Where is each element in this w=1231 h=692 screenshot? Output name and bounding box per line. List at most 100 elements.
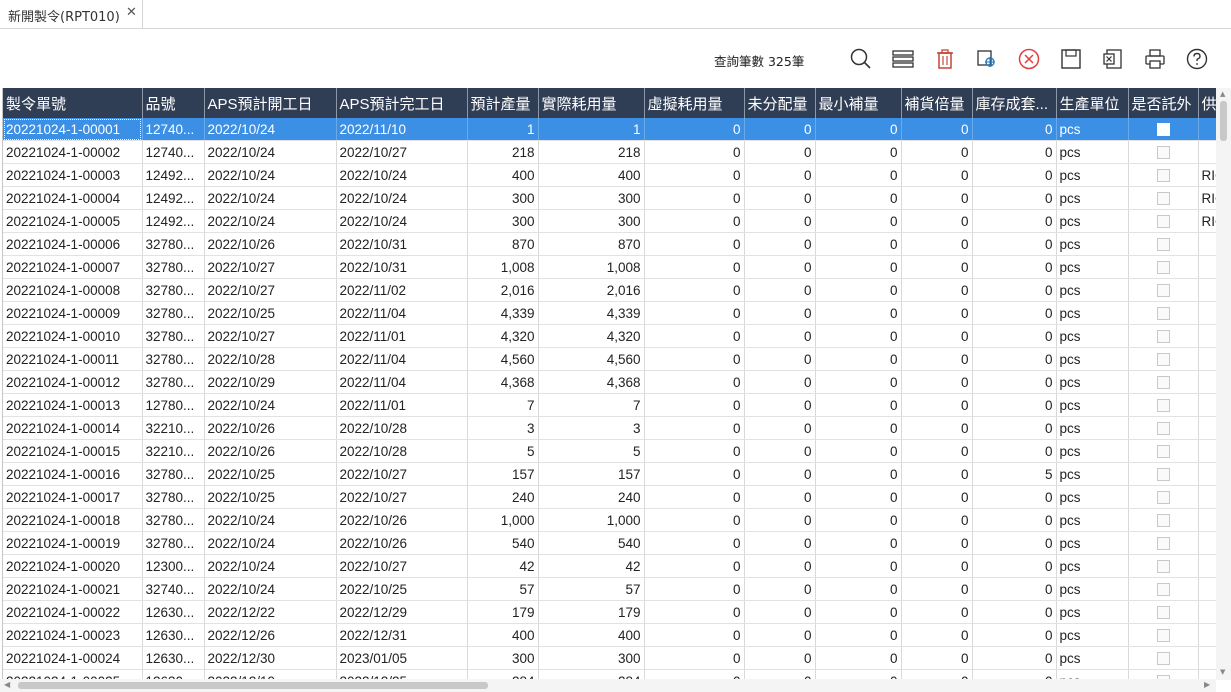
table-row[interactable]: 20221024-1-00003 12492... 2022/10/24 2022/1… [3, 163, 1217, 187]
outsourced-checkbox[interactable] [1156, 215, 1170, 229]
outsourced-checkbox[interactable] [1156, 422, 1170, 436]
table-row[interactable]: 20221024-1-00018 32780... 2022/10/24 2022/1… [3, 508, 1217, 532]
outsourced-checkbox[interactable] [1156, 468, 1170, 482]
scroll-down-icon[interactable]: ▼ [1220, 668, 1225, 676]
column-header[interactable]: 實際耗用量 [538, 88, 645, 118]
column-header[interactable]: 補貨倍量 [901, 88, 973, 118]
column-header[interactable]: APS預計開工日 [204, 88, 337, 118]
outsourced-checkbox[interactable] [1156, 353, 1170, 367]
outsourced-checkbox[interactable] [1156, 514, 1170, 528]
table-row[interactable]: 20221024-1-00010 32780... 2022/10/27 2022/1… [3, 324, 1217, 348]
scroll-up-icon[interactable]: ▲ [1220, 90, 1225, 98]
outsourced-checkbox[interactable] [1156, 399, 1170, 413]
close-icon[interactable]: ✕ [126, 5, 137, 20]
column-header[interactable]: 虛擬耗用量 [644, 88, 745, 118]
horizontal-scrollbar[interactable]: ◀ ▶ [0, 679, 1216, 692]
scroll-right-icon[interactable]: ▶ [1204, 680, 1210, 689]
table-cell: 0 [644, 416, 745, 440]
outsourced-checkbox[interactable] [1156, 261, 1170, 275]
column-header[interactable]: 預計產量 [467, 88, 539, 118]
outsourced-checkbox[interactable] [1156, 376, 1170, 390]
delete-icon[interactable] [932, 46, 958, 72]
table-cell: 2022/11/01 [336, 324, 468, 348]
outsourced-checkbox[interactable] [1156, 583, 1170, 597]
table-row[interactable]: 20221024-1-00016 32780... 2022/10/25 2022/1… [3, 462, 1217, 486]
cancel-icon[interactable] [1016, 46, 1042, 72]
column-header[interactable]: 未分配量 [744, 88, 816, 118]
outsourced-checkbox[interactable] [1156, 606, 1170, 620]
table-cell: 0 [972, 232, 1057, 256]
vertical-scrollbar[interactable]: ▲ ▼ [1216, 88, 1231, 680]
print-icon[interactable] [1142, 46, 1168, 72]
column-header[interactable]: 最小補量 [815, 88, 902, 118]
table-row[interactable]: 20221024-1-00012 32780... 2022/10/29 2022/1… [3, 370, 1217, 394]
table-row[interactable]: 20221024-1-00009 32780... 2022/10/25 2022/1… [3, 301, 1217, 325]
column-header[interactable]: 庫存成套... [972, 88, 1057, 118]
outsourced-checkbox[interactable] [1156, 629, 1170, 643]
column-header[interactable]: APS預計完工日 [336, 88, 468, 118]
column-header[interactable]: 供 [1198, 88, 1217, 118]
outsourced-checkbox[interactable] [1156, 169, 1170, 183]
table-cell: pcs [1056, 577, 1129, 601]
table-cell: 2022/10/24 [204, 554, 337, 578]
table-row[interactable]: 20221024-1-00019 32780... 2022/10/24 2022/1… [3, 531, 1217, 555]
outsourced-checkbox[interactable] [1156, 307, 1170, 321]
outsourced-checkbox[interactable] [1156, 491, 1170, 505]
tab-rpt010[interactable]: 新開製令(RPT010) ✕ [0, 0, 143, 28]
table-cell: 20221024-1-00003 [3, 163, 143, 187]
outsourced-checkbox[interactable] [1156, 284, 1170, 298]
column-header[interactable]: 製令單號 [3, 88, 143, 118]
work-order-grid[interactable]: 製令單號 品號 APS預計開工日 APS預計完工日 預計產量 實際耗用量 虛擬耗用量 未分配量… [2, 88, 1217, 680]
table-row[interactable]: 20221024-1-00014 32210... 2022/10/26 2022/1… [3, 416, 1217, 440]
table-row[interactable]: 20221024-1-00008 32780... 2022/10/27 2022/1… [3, 278, 1217, 302]
table-row[interactable]: 20221024-1-00020 12300... 2022/10/24 2022/1… [3, 554, 1217, 578]
table-cell: 0 [972, 347, 1057, 371]
column-header[interactable]: 品號 [142, 88, 205, 118]
table-row[interactable]: 20221024-1-00015 32210... 2022/10/26 2022/1… [3, 439, 1217, 463]
table-row[interactable]: 20221024-1-00011 32780... 2022/10/28 2022/1… [3, 347, 1217, 371]
export-excel-icon[interactable] [1100, 46, 1126, 72]
table-row[interactable]: 20221024-1-00006 32780... 2022/10/26 2022/1… [3, 232, 1217, 256]
outsourced-checkbox[interactable] [1156, 652, 1170, 666]
vertical-scroll-thumb[interactable] [1220, 101, 1227, 141]
outsourced-checkbox[interactable] [1156, 330, 1170, 344]
table-row[interactable]: 20221024-1-00007 32780... 2022/10/27 2022/1… [3, 255, 1217, 279]
table-cell: 20221024-1-00008 [3, 278, 143, 302]
save-icon[interactable] [1058, 46, 1084, 72]
table-row[interactable]: 20221024-1-00013 12780... 2022/10/24 2022/1… [3, 393, 1217, 417]
scroll-left-icon[interactable]: ◀ [4, 680, 10, 689]
table-cell: 0 [815, 163, 902, 187]
search-icon[interactable] [848, 46, 874, 72]
outsourced-checkbox[interactable] [1156, 238, 1170, 252]
table-cell: 4,368 [538, 370, 645, 394]
table-row[interactable]: 20221024-1-00002 12740... 2022/10/24 2022/1… [3, 140, 1217, 164]
table-cell: 0 [972, 209, 1057, 233]
outsourced-checkbox[interactable] [1156, 123, 1170, 137]
table-row[interactable]: 20221024-1-00001 12740... 2022/10/24 2022/1… [3, 118, 1217, 141]
table-cell: 2022/10/27 [336, 462, 468, 486]
share-settings-icon[interactable] [974, 46, 1000, 72]
table-row[interactable]: 20221024-1-00023 12630... 2022/12/26 2022/1… [3, 623, 1217, 647]
table-row[interactable]: 20221024-1-00005 12492... 2022/10/24 2022/1… [3, 209, 1217, 233]
outsourced-checkbox[interactable] [1156, 537, 1170, 551]
column-header[interactable]: 生產單位 [1056, 88, 1129, 118]
table-row[interactable]: 20221024-1-00022 12630... 2022/12/22 2022/1… [3, 600, 1217, 624]
table-cell: 12300... [142, 554, 205, 578]
outsourced-checkbox[interactable] [1156, 445, 1170, 459]
table-cell: 0 [972, 600, 1057, 624]
table-cell: 0 [644, 347, 745, 371]
outsourced-checkbox[interactable] [1156, 146, 1170, 160]
table-cell: 2022/12/22 [204, 600, 337, 624]
table-row[interactable]: 20221024-1-00017 32780... 2022/10/25 2022/1… [3, 485, 1217, 509]
outsourced-checkbox[interactable] [1156, 192, 1170, 206]
column-header[interactable]: 是否託外 [1128, 88, 1199, 118]
table-row[interactable]: 20221024-1-00004 12492... 2022/10/24 2022/1… [3, 186, 1217, 210]
table-row[interactable]: 20221024-1-00021 32740... 2022/10/24 2022/1… [3, 577, 1217, 601]
table-cell: 2022/10/25 [204, 462, 337, 486]
horizontal-scroll-thumb[interactable] [18, 682, 488, 689]
outsourced-checkbox[interactable] [1156, 560, 1170, 574]
table-cell: 0 [901, 623, 973, 647]
table-row[interactable]: 20221024-1-00024 12630... 2022/12/30 2023/0… [3, 646, 1217, 670]
list-view-icon[interactable] [890, 46, 916, 72]
help-icon[interactable] [1184, 46, 1210, 72]
